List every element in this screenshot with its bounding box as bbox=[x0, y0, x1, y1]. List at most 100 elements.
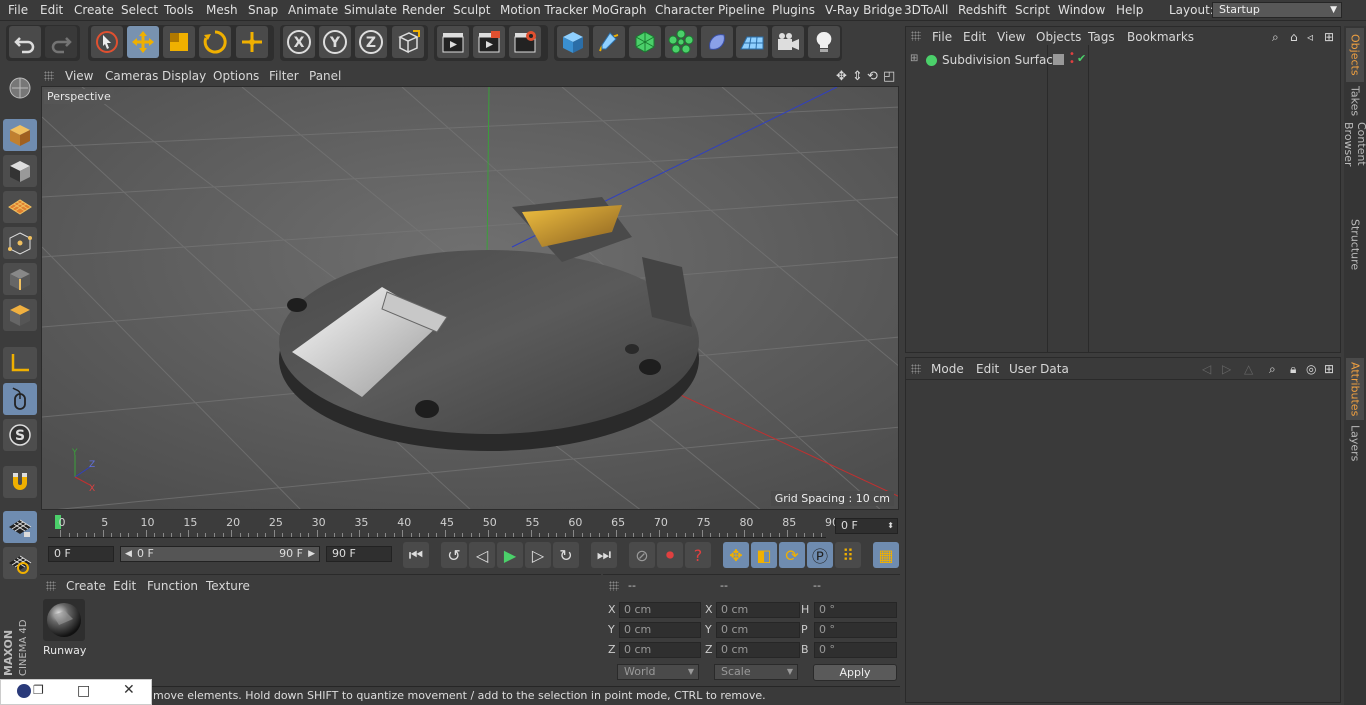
redo-icon[interactable] bbox=[45, 26, 77, 58]
menu-render[interactable]: Render bbox=[402, 3, 445, 17]
polygon-mode-icon[interactable] bbox=[3, 299, 37, 331]
live-selection-icon[interactable] bbox=[91, 26, 123, 58]
menu-select[interactable]: Select bbox=[121, 3, 158, 17]
tab-takes[interactable]: Takes bbox=[1346, 84, 1364, 118]
size-y-field[interactable]: 0 cm bbox=[716, 622, 800, 638]
object-menu-view[interactable]: View bbox=[997, 30, 1025, 44]
menu-animate[interactable]: Animate bbox=[288, 3, 338, 17]
menu-motion-tracker[interactable]: Motion Tracker bbox=[500, 3, 588, 17]
viewport-menu-display[interactable]: Display bbox=[162, 69, 206, 83]
menu-tools[interactable]: Tools bbox=[164, 3, 194, 17]
menu-sculpt[interactable]: Sculpt bbox=[453, 3, 490, 17]
undo-icon[interactable] bbox=[9, 26, 41, 58]
key-rotation-icon[interactable]: ⟳ bbox=[779, 542, 805, 568]
home-icon[interactable]: ⌂ bbox=[1290, 30, 1298, 44]
pos-z-field[interactable]: 0 cm bbox=[619, 642, 701, 658]
close-icon[interactable]: ✕ bbox=[123, 682, 135, 698]
menu-3dtoall[interactable]: 3DToAll bbox=[904, 3, 948, 17]
snap-icon[interactable] bbox=[3, 466, 37, 498]
frame-range-slider[interactable]: ◀ 0 F 90 F ▶ bbox=[120, 546, 320, 562]
render-picture-viewer-icon[interactable] bbox=[473, 26, 505, 58]
tab-attributes[interactable]: Attributes bbox=[1346, 358, 1364, 420]
menu-create[interactable]: Create bbox=[74, 3, 114, 17]
object-row[interactable]: ⊞ Subdivision Surface • • ✔ bbox=[908, 50, 1340, 71]
attribute-menu-mode[interactable]: Mode bbox=[931, 362, 964, 376]
maximize-view-icon[interactable]: ◰ bbox=[883, 69, 895, 84]
pen-icon[interactable] bbox=[593, 26, 625, 58]
rot-p-field[interactable]: 0 ° bbox=[814, 622, 897, 638]
play-icon[interactable]: ▶ bbox=[497, 542, 523, 568]
expand-icon[interactable]: ⊞ bbox=[910, 53, 918, 64]
viewport-menu-options[interactable]: Options bbox=[213, 69, 259, 83]
make-editable-icon[interactable] bbox=[3, 72, 37, 104]
object-name[interactable]: Subdivision Surface bbox=[942, 53, 1060, 67]
range-right-arrow-icon[interactable]: ▶ bbox=[308, 547, 315, 561]
cloner-icon[interactable] bbox=[665, 26, 697, 58]
tab-content-browser[interactable]: Content Browser bbox=[1342, 122, 1366, 212]
coordinate-mode-select[interactable]: World ▼ bbox=[617, 664, 699, 680]
z-axis-lock-icon[interactable]: Z bbox=[355, 26, 387, 58]
orbit-icon[interactable]: ⟲ bbox=[867, 69, 878, 84]
menu-file[interactable]: File bbox=[8, 3, 28, 17]
perspective-viewport[interactable]: Y Z X Perspective Grid Spacing : 10 cm bbox=[41, 86, 899, 510]
start-frame-field[interactable]: 0 F bbox=[48, 546, 114, 562]
new-panel-icon[interactable]: ⊞ bbox=[1324, 30, 1334, 44]
rot-b-field[interactable]: 0 ° bbox=[814, 642, 897, 658]
key-point-level-icon[interactable]: ⠿ bbox=[835, 542, 861, 568]
pos-x-field[interactable]: 0 cm bbox=[619, 602, 701, 618]
key-parameter-icon[interactable]: Ⓟ bbox=[807, 542, 833, 568]
rot-h-field[interactable]: 0 ° bbox=[814, 602, 897, 618]
maximize-icon[interactable]: □ bbox=[77, 683, 90, 699]
search-icon[interactable]: ⌕ bbox=[1269, 362, 1276, 377]
edge-mode-icon[interactable] bbox=[3, 263, 37, 295]
texture-mode-icon[interactable] bbox=[3, 155, 37, 187]
object-menu-tags[interactable]: Tags bbox=[1088, 30, 1115, 44]
floor-icon[interactable] bbox=[736, 26, 768, 58]
forward-arrow-icon[interactable]: ▷ bbox=[1222, 362, 1231, 376]
size-mode-select[interactable]: Scale ▼ bbox=[714, 664, 798, 680]
render-settings-icon[interactable] bbox=[509, 26, 541, 58]
menu-edit[interactable]: Edit bbox=[40, 3, 63, 17]
menu-mograph[interactable]: MoGraph bbox=[592, 3, 647, 17]
subdivision-surface-icon[interactable] bbox=[629, 26, 661, 58]
pos-y-field[interactable]: 0 cm bbox=[619, 622, 701, 638]
material-name[interactable]: Runway bbox=[43, 644, 86, 657]
menu-plugins[interactable]: Plugins bbox=[772, 3, 815, 17]
back-icon[interactable]: ◃ bbox=[1307, 30, 1313, 44]
previous-key-icon[interactable]: ↺ bbox=[441, 542, 467, 568]
workplane-mode-icon[interactable] bbox=[3, 191, 37, 223]
tab-layers[interactable]: Layers bbox=[1346, 424, 1364, 462]
layer-icon[interactable] bbox=[1053, 54, 1064, 65]
y-axis-lock-icon[interactable]: Y bbox=[319, 26, 351, 58]
menu-pipeline[interactable]: Pipeline bbox=[718, 3, 765, 17]
keyframe-selection-icon[interactable]: ? bbox=[685, 542, 711, 568]
zoom-icon[interactable]: ⇕ bbox=[852, 69, 863, 84]
go-to-start-icon[interactable]: ⏮ bbox=[403, 542, 429, 568]
point-mode-icon[interactable] bbox=[3, 227, 37, 259]
range-left-arrow-icon[interactable]: ◀ bbox=[125, 547, 132, 561]
pan-icon[interactable]: ✥ bbox=[836, 69, 847, 84]
object-menu-file[interactable]: File bbox=[932, 30, 952, 44]
target-icon[interactable]: ◎ bbox=[1306, 362, 1316, 376]
viewport-menu-view[interactable]: View bbox=[65, 69, 93, 83]
up-arrow-icon[interactable]: △ bbox=[1244, 362, 1253, 376]
menu-mesh[interactable]: Mesh bbox=[206, 3, 238, 17]
axis-mode-icon[interactable] bbox=[3, 347, 37, 379]
timeline[interactable]: 0 5 10 15 20 25 30 35 40 45 50 55 60 65 70 75 80 85 90 0 F… bbox=[40, 512, 900, 540]
autokey-icon[interactable]: ⏺ bbox=[657, 542, 683, 568]
solo-mode-icon[interactable]: S bbox=[3, 419, 37, 451]
viewport-menu-cameras[interactable]: Cameras bbox=[105, 69, 158, 83]
menu-redshift[interactable]: Redshift bbox=[958, 3, 1007, 17]
visibility-dots-icon[interactable]: • • bbox=[1069, 50, 1075, 68]
menu-window[interactable]: Window bbox=[1058, 3, 1105, 17]
model-mode-icon[interactable] bbox=[3, 119, 37, 151]
material-menu-texture[interactable]: Texture bbox=[206, 579, 250, 593]
move-tool-icon[interactable] bbox=[127, 26, 159, 58]
record-keys-icon[interactable]: ⊘ bbox=[629, 542, 655, 568]
attribute-menu-edit[interactable]: Edit bbox=[976, 362, 999, 376]
render-view-icon[interactable] bbox=[437, 26, 469, 58]
search-icon[interactable]: ⌕ bbox=[1272, 30, 1279, 45]
key-scale-icon[interactable]: ◧ bbox=[751, 542, 777, 568]
layout-select[interactable]: Startup ▼ bbox=[1212, 2, 1342, 18]
object-menu-edit[interactable]: Edit bbox=[963, 30, 986, 44]
